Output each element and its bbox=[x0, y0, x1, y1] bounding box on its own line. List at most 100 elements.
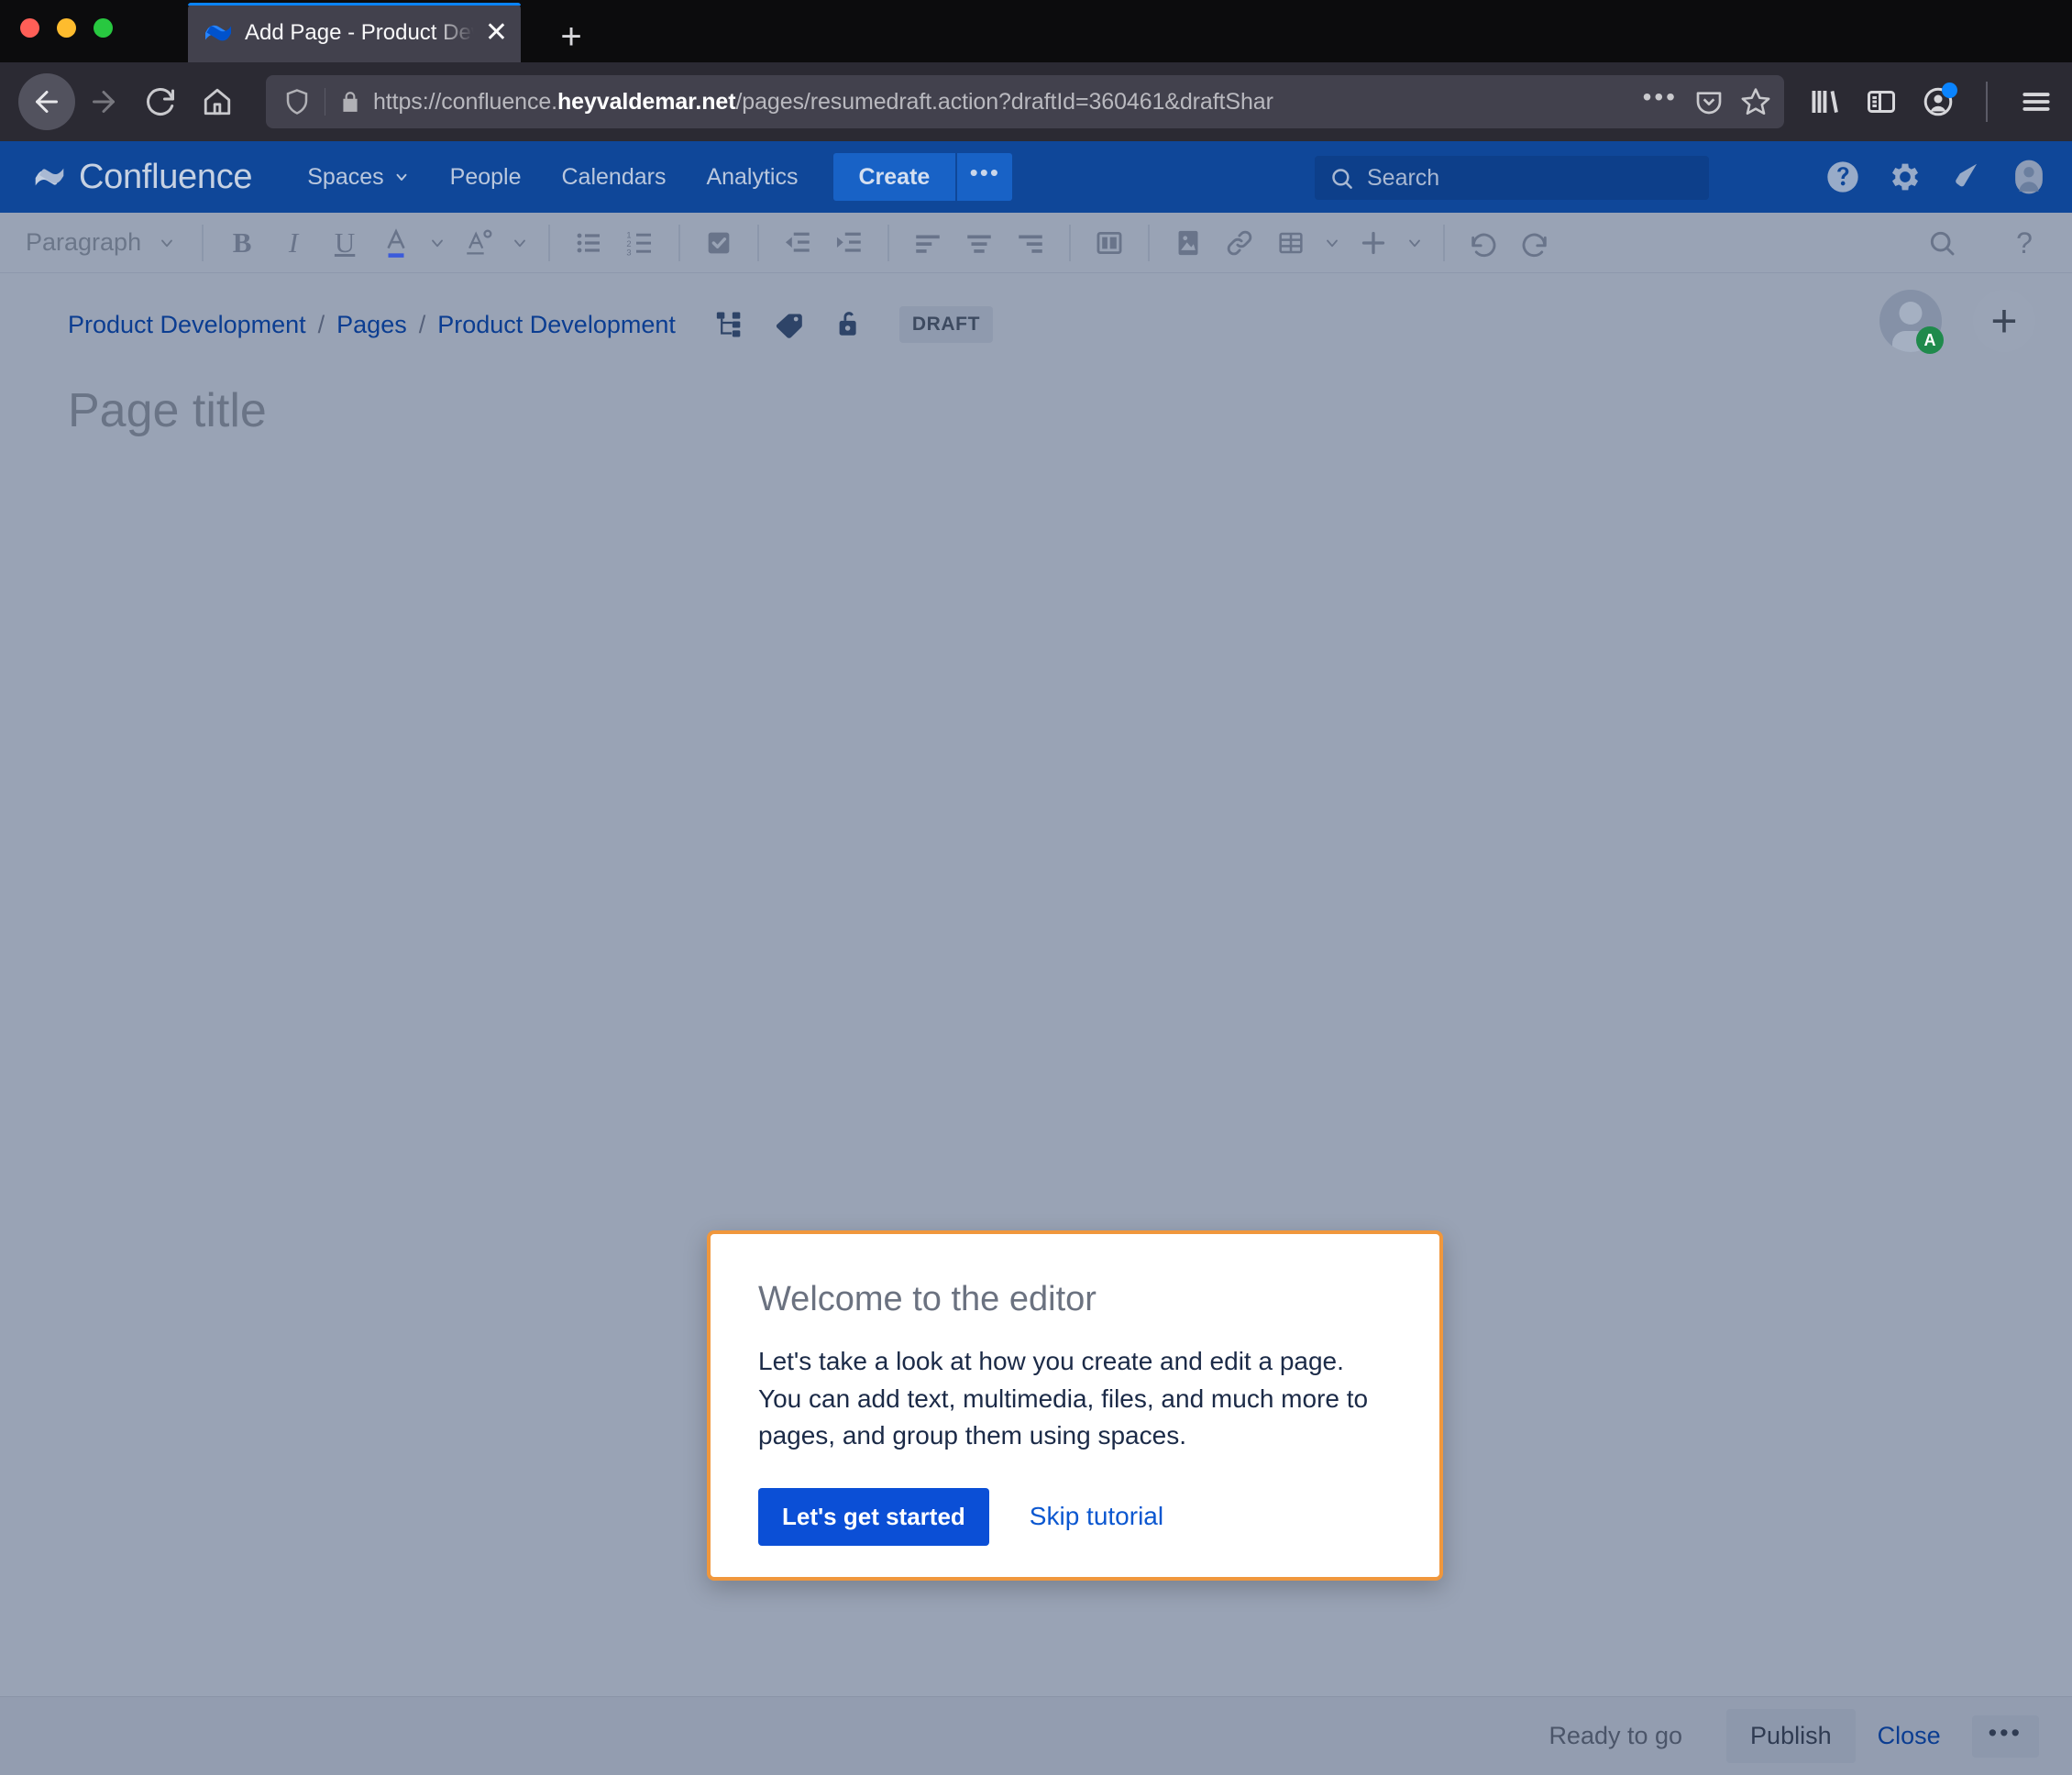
create-more-button[interactable]: ••• bbox=[955, 153, 1013, 201]
find-replace-icon[interactable] bbox=[1916, 219, 1967, 267]
publish-button[interactable]: Publish bbox=[1726, 1709, 1856, 1763]
tab-strip: Add Page - Product Development ✕ + bbox=[0, 0, 2072, 62]
forward-arrow-icon[interactable] bbox=[75, 73, 132, 130]
close-icon[interactable]: ✕ bbox=[485, 18, 508, 47]
editor-toolbar-right: ? bbox=[1916, 213, 2050, 273]
toolbar-divider bbox=[678, 224, 681, 261]
dialog-actions: Let's get started Skip tutorial bbox=[758, 1487, 1392, 1546]
library-icon[interactable] bbox=[1808, 85, 1841, 118]
help-icon[interactable] bbox=[1824, 159, 1861, 195]
chevron-down-icon[interactable] bbox=[1317, 219, 1348, 267]
redo-icon[interactable] bbox=[1509, 219, 1560, 267]
menu-icon[interactable] bbox=[2019, 84, 2054, 119]
nav-item-label: Spaces bbox=[307, 163, 384, 190]
address-bar[interactable]: https://confluence.heyvaldemar.net/pages… bbox=[266, 75, 1784, 128]
close-window-button[interactable] bbox=[20, 18, 39, 38]
lets-get-started-button[interactable]: Let's get started bbox=[758, 1487, 989, 1546]
editor-footer: Ready to go Publish Close ••• bbox=[0, 1696, 2072, 1775]
add-collaborator-button[interactable]: + bbox=[1973, 290, 2035, 352]
back-arrow-icon[interactable] bbox=[18, 73, 75, 130]
breadcrumb-item-pages[interactable]: Pages bbox=[336, 311, 407, 339]
chevron-down-icon[interactable] bbox=[422, 219, 453, 267]
toolbar-divider bbox=[1069, 224, 1072, 261]
browser-tab[interactable]: Add Page - Product Development ✕ bbox=[188, 3, 521, 62]
text-highlight-icon[interactable] bbox=[453, 219, 504, 267]
breadcrumb-item-parent-page[interactable]: Product Development bbox=[437, 311, 676, 339]
nav-item-label: People bbox=[449, 163, 522, 190]
pocket-save-icon[interactable] bbox=[1694, 87, 1724, 116]
task-list-icon[interactable] bbox=[693, 219, 744, 267]
insert-image-icon[interactable] bbox=[1163, 219, 1214, 267]
labels-icon[interactable] bbox=[773, 308, 806, 341]
avatar[interactable]: A bbox=[1879, 290, 1944, 354]
restrictions-unlocked-icon[interactable] bbox=[833, 308, 865, 341]
chevron-down-icon[interactable] bbox=[504, 219, 535, 267]
account-icon[interactable] bbox=[1922, 83, 1957, 118]
help-icon[interactable]: ? bbox=[1999, 219, 2050, 267]
gear-icon[interactable] bbox=[1887, 159, 1923, 195]
page-title-input[interactable]: Page title bbox=[0, 343, 2072, 438]
new-tab-button[interactable]: + bbox=[550, 18, 592, 59]
indent-icon[interactable] bbox=[823, 219, 875, 267]
align-right-icon[interactable] bbox=[1005, 219, 1056, 267]
home-house-icon[interactable] bbox=[189, 73, 246, 130]
insert-table-icon[interactable] bbox=[1265, 219, 1317, 267]
browser-window: Add Page - Product Development ✕ + https… bbox=[0, 0, 2072, 1775]
undo-icon[interactable] bbox=[1458, 219, 1509, 267]
profile-icon[interactable] bbox=[2010, 158, 2048, 196]
url-text[interactable]: https://confluence.heyvaldemar.net/pages… bbox=[373, 89, 1630, 116]
bold-icon[interactable]: B bbox=[216, 219, 268, 267]
bullet-list-icon[interactable] bbox=[563, 219, 614, 267]
url-prefix: https://confluence. bbox=[373, 88, 558, 115]
dialog-body: Let's take a look at how you create and … bbox=[758, 1347, 1369, 1450]
confluence-logo[interactable]: Confluence bbox=[31, 157, 253, 197]
lock-icon[interactable] bbox=[335, 90, 366, 114]
nav-item-spaces[interactable]: Spaces bbox=[287, 141, 429, 213]
confluence-logo-text: Confluence bbox=[79, 157, 253, 196]
toolbar-divider bbox=[1148, 224, 1151, 261]
breadcrumb-actions bbox=[714, 308, 865, 341]
tab-title: Add Page - Product Development bbox=[245, 19, 474, 45]
minimize-window-button[interactable] bbox=[57, 18, 76, 38]
insert-link-icon[interactable] bbox=[1214, 219, 1265, 267]
browser-navigation-bar: https://confluence.heyvaldemar.net/pages… bbox=[0, 62, 2072, 141]
nav-item-calendars[interactable]: Calendars bbox=[542, 141, 687, 213]
tracking-protection-shield-icon[interactable] bbox=[279, 88, 315, 116]
toolbar-divider bbox=[887, 224, 890, 261]
window-controls[interactable] bbox=[20, 18, 113, 38]
reload-arrow-icon[interactable] bbox=[132, 73, 189, 130]
notification-icon[interactable] bbox=[1949, 160, 1984, 194]
breadcrumb-item-space[interactable]: Product Development bbox=[68, 311, 306, 339]
paragraph-style-dropdown[interactable]: Paragraph bbox=[18, 228, 189, 257]
text-color-icon[interactable] bbox=[370, 219, 422, 267]
outdent-icon[interactable] bbox=[772, 219, 823, 267]
page-hierarchy-icon[interactable] bbox=[714, 309, 745, 340]
underline-icon[interactable]: U bbox=[319, 219, 370, 267]
nav-item-analytics[interactable]: Analytics bbox=[686, 141, 818, 213]
create-button[interactable]: Create bbox=[832, 153, 956, 201]
footer-more-button[interactable]: ••• bbox=[1971, 1714, 2039, 1758]
numbered-list-icon[interactable]: 123 bbox=[614, 219, 666, 267]
bookmark-star-icon[interactable] bbox=[1740, 86, 1771, 117]
align-center-icon[interactable] bbox=[953, 219, 1005, 267]
page-layout-icon[interactable] bbox=[1084, 219, 1135, 267]
align-left-icon[interactable] bbox=[902, 219, 953, 267]
confluence-navbar: Confluence Spaces People Calendars Analy… bbox=[0, 141, 2072, 213]
search-input[interactable]: Search bbox=[1315, 156, 1709, 200]
insert-more-icon[interactable] bbox=[1348, 219, 1399, 267]
search-icon bbox=[1329, 166, 1354, 191]
close-button[interactable]: Close bbox=[1856, 1709, 1963, 1763]
toolbar-divider bbox=[548, 224, 551, 261]
nav-item-people[interactable]: People bbox=[430, 141, 542, 213]
chevron-down-icon[interactable] bbox=[1399, 219, 1430, 267]
italic-icon[interactable]: I bbox=[268, 219, 319, 267]
skip-tutorial-link[interactable]: Skip tutorial bbox=[1030, 1502, 1163, 1531]
save-status: Ready to go bbox=[1548, 1722, 1683, 1749]
editor-canvas[interactable]: Welcome to the editor Let's take a look … bbox=[0, 438, 2072, 1658]
maximize-window-button[interactable] bbox=[94, 18, 113, 38]
sidebar-icon[interactable] bbox=[1865, 85, 1898, 118]
page-actions-icon[interactable]: ••• bbox=[1643, 84, 1678, 112]
editor-toolbar: Paragraph B I U 1 2 3 ? bbox=[0, 213, 2072, 273]
chevron-down-icon bbox=[393, 169, 410, 185]
svg-text:3: 3 bbox=[626, 248, 631, 257]
